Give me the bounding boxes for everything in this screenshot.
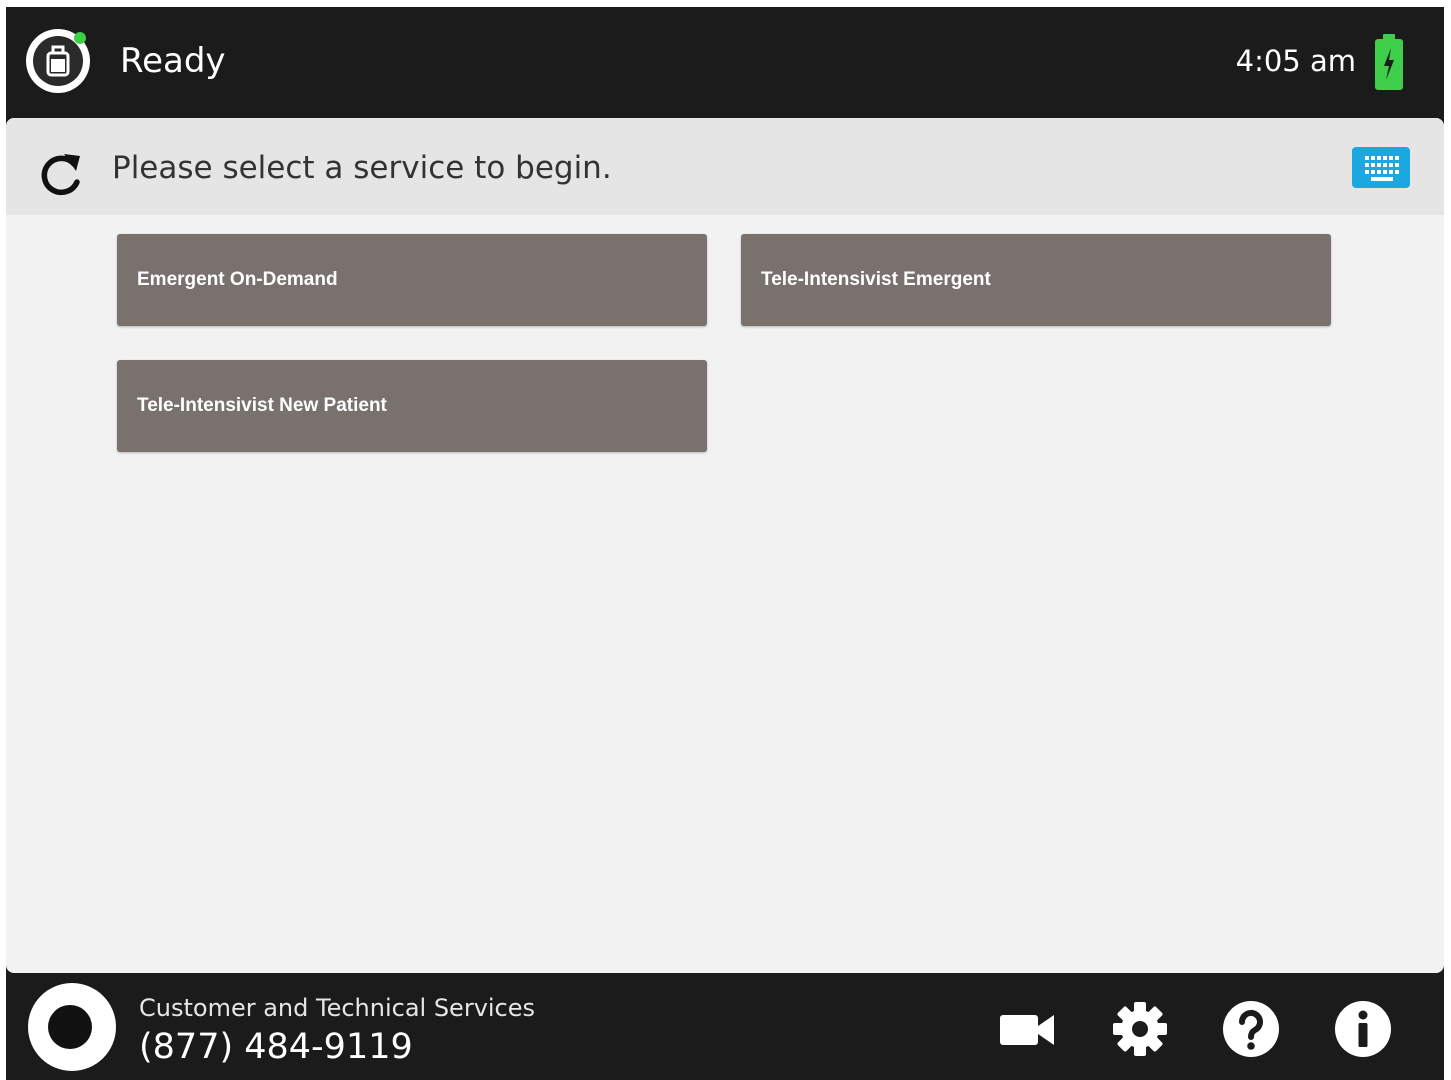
connection-status: Ready bbox=[120, 41, 226, 81]
gear-icon[interactable] bbox=[1110, 999, 1170, 1059]
status-bar: Ready 4:05 am bbox=[6, 7, 1444, 118]
device-status-icon[interactable] bbox=[26, 29, 90, 93]
footer-bar: Customer and Technical Services (877) 48… bbox=[6, 973, 1444, 1080]
device-screen: Ready 4:05 am Please select a service to… bbox=[6, 7, 1444, 1080]
help-icon[interactable] bbox=[1221, 999, 1281, 1059]
service-panel: Please select a service to begin. Emerge… bbox=[6, 118, 1444, 973]
service-button-emergent-on-demand[interactable]: Emergent On-Demand bbox=[117, 234, 707, 326]
prompt-text: Please select a service to begin. bbox=[112, 150, 612, 186]
video-camera-icon[interactable] bbox=[998, 999, 1058, 1059]
clock: 4:05 am bbox=[1235, 44, 1356, 78]
refresh-icon[interactable] bbox=[36, 150, 86, 200]
support-phone: (877) 484-9119 bbox=[139, 1027, 413, 1067]
keyboard-icon bbox=[1365, 156, 1399, 181]
info-icon[interactable] bbox=[1333, 999, 1393, 1059]
service-button-tele-intensivist-new-patient[interactable]: Tele-Intensivist New Patient bbox=[117, 360, 707, 452]
battery-charging-icon bbox=[1375, 34, 1403, 90]
brand-logo bbox=[28, 983, 116, 1071]
service-button-tele-intensivist-emergent[interactable]: Tele-Intensivist Emergent bbox=[741, 234, 1331, 326]
support-label: Customer and Technical Services bbox=[139, 994, 536, 1022]
online-indicator bbox=[74, 32, 86, 44]
keyboard-button[interactable] bbox=[1352, 147, 1410, 188]
prompt-bar: Please select a service to begin. bbox=[6, 118, 1444, 215]
